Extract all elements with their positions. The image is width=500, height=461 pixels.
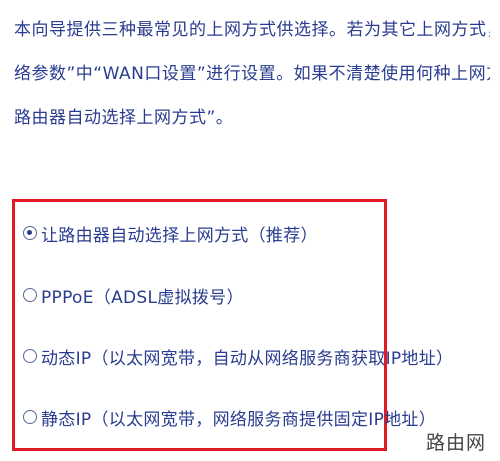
option-auto-detect-label: 让路由器自动选择上网方式（推荐）: [41, 225, 318, 246]
option-static-ip[interactable]: 静态IP（以太网宽带，网络服务商提供固定IP地址）: [23, 402, 436, 432]
description-line-2: 络参数”中“WAN口设置”进行设置。如果不清楚使用何种上网方式，请选择“: [14, 64, 490, 84]
option-pppoe[interactable]: PPPoE（ADSL虚拟拨号）: [23, 280, 244, 310]
radio-pppoe[interactable]: [23, 288, 37, 302]
wizard-description: 本向导提供三种最常见的上网方式供选择。若为其它上网方式，请点击左侧“ 络参数”中…: [14, 8, 490, 140]
option-auto-detect[interactable]: 让路由器自动选择上网方式（推荐）: [23, 218, 318, 248]
radio-static-ip[interactable]: [23, 410, 37, 424]
radio-auto-detect[interactable]: [23, 226, 37, 240]
option-dynamic-ip[interactable]: 动态IP（以太网宽带，自动从网络服务商获取IP地址）: [23, 341, 453, 371]
option-pppoe-label: PPPoE（ADSL虚拟拨号）: [41, 287, 244, 308]
description-line-3: 路由器自动选择上网方式”。: [14, 108, 234, 128]
connection-type-options: 让路由器自动选择上网方式（推荐） PPPoE（ADSL虚拟拨号） 动态IP（以太…: [12, 199, 453, 451]
description-line-1: 本向导提供三种最常见的上网方式供选择。若为其它上网方式，请点击左侧“: [14, 20, 490, 40]
site-watermark: 路由网: [423, 428, 488, 455]
radio-dynamic-ip[interactable]: [23, 349, 37, 363]
option-dynamic-ip-label: 动态IP（以太网宽带，自动从网络服务商获取IP地址）: [41, 348, 454, 369]
option-static-ip-label: 静态IP（以太网宽带，网络服务商提供固定IP地址）: [41, 409, 437, 430]
